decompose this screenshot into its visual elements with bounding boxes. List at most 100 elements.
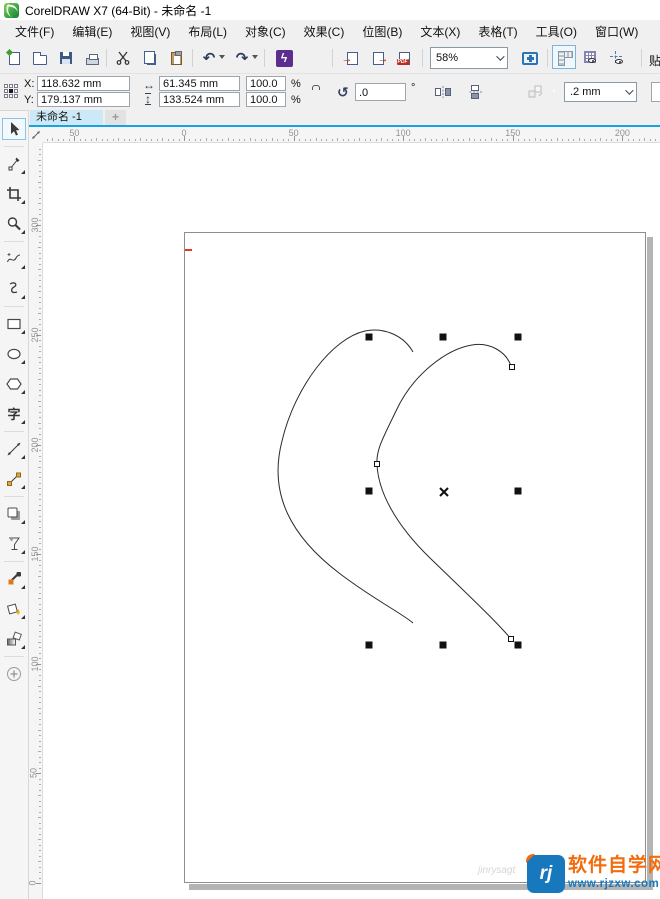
redo-button[interactable]: ↷ [230,46,254,70]
object-origin-selector[interactable] [4,84,18,98]
ruler-label: 300 [29,217,40,233]
crop-tool[interactable] [2,183,26,205]
customize-toolbox-button[interactable] [2,663,26,685]
text-tool[interactable]: 字 [2,403,26,425]
shape-node-icon [8,157,20,171]
degree-symbol: ° [411,82,416,94]
toolbox: 字 [0,111,29,899]
outline-width-combo[interactable]: .2 mm [564,82,637,102]
menu-layout[interactable]: 布局(L) [179,21,236,42]
smart-drawing-tool[interactable] [2,278,26,300]
ruler-origin-control[interactable] [29,127,43,143]
pick-tool[interactable] [2,118,26,140]
rotation-angle-input[interactable]: .0 [355,83,406,101]
polygon-tool[interactable] [2,373,26,395]
menu-table[interactable]: 表格(T) [469,21,526,42]
zoom-level-value: 58% [436,52,459,64]
print-icon [85,53,99,65]
color-eyedropper-tool[interactable] [2,568,26,590]
zoom-level-combo[interactable]: 58% [430,47,508,69]
export-button[interactable]: → [366,46,390,70]
magnifier-icon [7,217,21,231]
undo-dropdown-caret[interactable] [219,55,225,59]
grid-icon [584,51,596,63]
open-button[interactable] [28,46,52,70]
new-document-icon [5,48,20,65]
rulers-icon [557,50,573,66]
save-button[interactable] [54,46,78,70]
import-icon: → [342,51,358,65]
scissors-icon [116,51,130,65]
clipped-field[interactable] [651,82,660,102]
paste-icon [170,50,182,65]
document-page[interactable] [184,232,646,883]
menu-window[interactable]: 窗口(W) [586,21,647,42]
menu-text[interactable]: 文本(X) [411,21,469,42]
drop-shadow-tool[interactable] [2,503,26,525]
menu-file[interactable]: 文件(F) [6,21,63,42]
mirror-horizontal-button[interactable] [434,85,452,99]
drawing-canvas[interactable]: jinrysagt rj 软件自学网 www.rjzxw.com [43,143,660,899]
redo-dropdown-caret[interactable] [252,55,258,59]
copy-icon [144,51,156,65]
menu-tools[interactable]: 工具(O) [527,21,586,42]
copy-button[interactable] [138,46,162,70]
guidelines-toggle-button[interactable] [604,45,628,69]
paint-bucket-icon [6,603,20,615]
freehand-curve-icon [7,253,21,263]
standard-toolbar: ↶ ↷ ϟ → → PDF 58% 贴齐(T) [0,42,660,74]
menu-bitmaps[interactable]: 位图(B) [353,21,411,42]
undo-button[interactable]: ↶ [197,46,221,70]
fill-tool[interactable] [2,598,26,620]
import-button[interactable]: → [340,46,364,70]
rulers-toggle-button[interactable] [552,45,576,69]
y-position-input[interactable]: 179.137 mm [37,92,130,107]
fullscreen-preview-button[interactable] [518,46,542,70]
object-width-input[interactable]: 61.345 mm [159,76,240,91]
percent-label: % [291,78,301,90]
window-title: CorelDRAW X7 (64-Bit) - 未命名 -1 [25,3,212,18]
grid-toggle-button[interactable] [578,45,602,69]
cut-button[interactable] [111,46,135,70]
pdf-icon: PDF [396,51,410,65]
transparency-glass-icon [9,537,20,550]
ruler-label: 100 [395,128,411,138]
print-button[interactable] [80,46,104,70]
mirror-vertical-button[interactable] [466,85,484,99]
rectangle-tool[interactable] [2,313,26,335]
ellipse-tool[interactable] [2,343,26,365]
ruler-label: 0 [27,880,38,886]
menu-edit[interactable]: 编辑(E) [63,21,121,42]
horizontal-ruler[interactable]: 50 0 50 100 150 200 [43,127,660,143]
coreldraw-app-icon [4,2,19,18]
freehand-tool[interactable] [2,248,26,270]
corel-connect-button[interactable]: ϟ [272,46,296,70]
ruler-label: 50 [28,768,39,779]
vertical-ruler[interactable]: 300 250 200 150 100 50 0 [27,143,43,899]
paste-button[interactable] [164,46,188,70]
menu-object[interactable]: 对象(C) [236,21,295,42]
object-height-input[interactable]: 133.524 mm [159,92,240,107]
scale-height-input[interactable]: 100.0 [246,92,286,107]
transparency-tool[interactable] [2,533,26,555]
dimension-tool[interactable] [2,438,26,460]
menu-effects[interactable]: 效果(C) [295,21,354,42]
new-document-button[interactable] [2,46,26,70]
interactive-fill-tool[interactable] [2,628,26,650]
polygon-icon [6,378,22,390]
connector-icon [7,472,21,486]
eyedropper-icon [8,572,21,585]
connector-tool[interactable] [2,468,26,490]
publish-pdf-button[interactable]: PDF [392,46,416,70]
shape-tool[interactable] [2,153,26,175]
x-position-input[interactable]: 118.632 mm [37,76,130,91]
new-tab-button[interactable]: + [105,110,126,125]
ruler-label: 100 [29,656,40,672]
scale-width-input[interactable]: 100.0 [246,76,286,91]
document-tab-active[interactable]: 未命名 -1 [30,110,103,125]
menu-view[interactable]: 视图(V) [121,21,179,42]
ruler-label: 150 [29,546,40,562]
zoom-tool[interactable] [2,213,26,235]
snap-menu[interactable]: 贴齐(T) [649,52,660,69]
ellipse-icon [7,348,21,360]
